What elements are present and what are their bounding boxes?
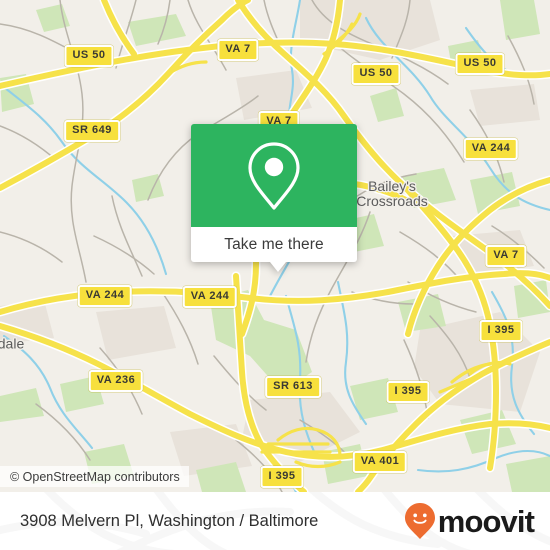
osm-attribution-label: © OpenStreetMap contributors [10,469,180,484]
road-shield: VA 236 [88,370,144,392]
footer-bar: 3908 Melvern Pl, Washington / Baltimore … [0,492,550,550]
road-shield: I 395 [386,381,430,403]
road-shield: SR 613 [265,376,321,398]
popup-action-row[interactable]: Take me there [191,227,357,262]
road-shield: VA 244 [77,285,133,307]
footer-content: 3908 Melvern Pl, Washington / Baltimore … [0,492,550,550]
moovit-brand[interactable]: moovit [404,502,535,540]
place-label: Bailey's Crossroads [356,177,428,209]
road-shield: VA 244 [463,138,519,160]
road-shield: US 50 [64,45,114,67]
road-shield: VA 401 [352,451,408,473]
road-shield: I 395 [479,320,523,342]
address-label: 3908 Melvern Pl, Washington / Baltimore [20,511,319,530]
take-me-there-label: Take me there [224,235,324,253]
place-label: dale [0,335,25,352]
road-shield: SR 649 [64,120,120,142]
map-canvas[interactable]: US 50 VA 7 US 50 US 50 SR 649 VA 7 VA 244 VA 7V… [0,0,550,492]
osm-attribution[interactable]: © OpenStreetMap contributors [0,466,189,487]
popup-pointer-tail [270,262,286,272]
moovit-wordmark: moovit [437,503,535,539]
moovit-smiley-pin-icon [404,503,435,539]
moovit-map-screenshot: US 50 VA 7 US 50 US 50 SR 649 VA 7 VA 244 VA 7V… [0,0,550,550]
road-shield: VA 7 [217,39,259,61]
popup-header [191,124,357,227]
road-shield: US 50 [455,53,505,75]
location-pin-icon [248,141,300,210]
road-shield: US 50 [351,63,401,85]
road-shield: VA 244 [182,286,238,308]
road-shield: I 395 [260,466,304,488]
destination-popup-card[interactable]: Take me there [191,124,357,272]
road-shield: VA 7 [485,245,527,267]
